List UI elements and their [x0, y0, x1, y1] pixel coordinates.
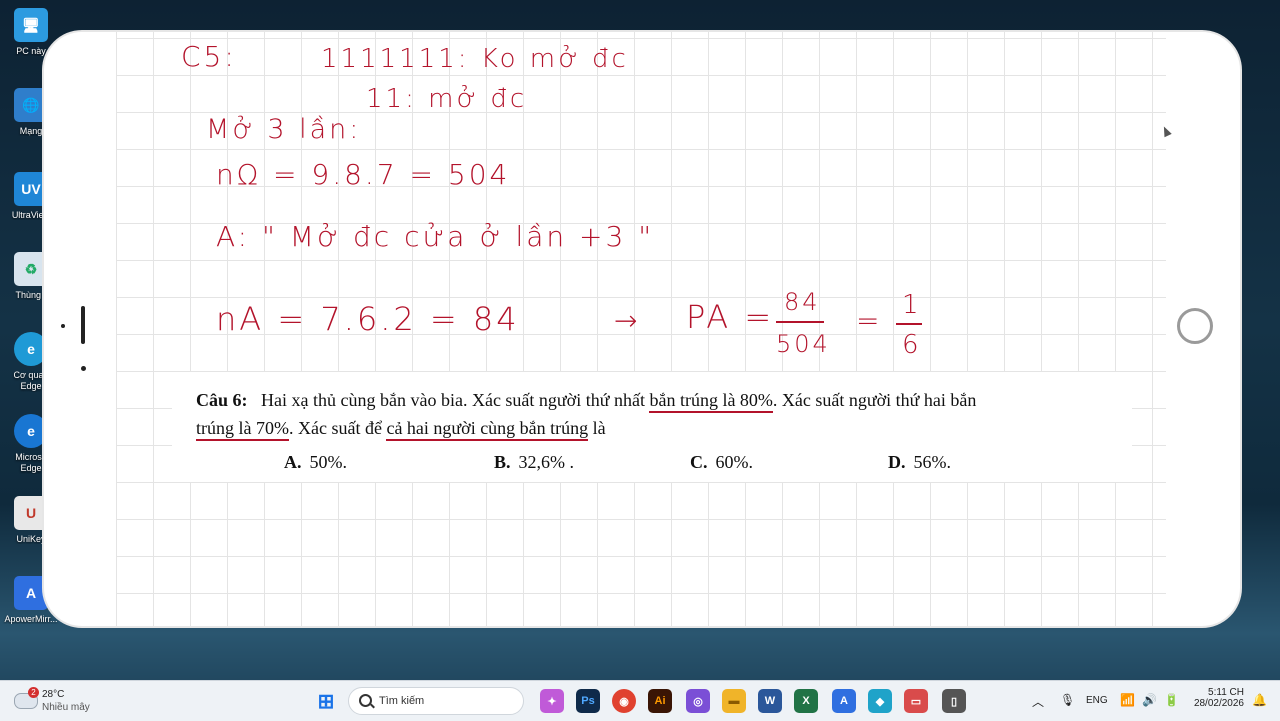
home-button[interactable] — [1177, 308, 1213, 344]
highlight-underline: cả hai người cùng bắn trúng — [386, 418, 589, 441]
option-key: C. — [690, 452, 708, 472]
clock[interactable]: 5:11 CH 28/02/2026 — [1192, 687, 1244, 709]
copilot-icon[interactable]: ✦ — [540, 689, 564, 713]
note-line-3: Mở 3 lần: — [206, 114, 362, 145]
option-d: D. 56%. — [888, 448, 951, 477]
unikey-icon: U — [14, 496, 48, 530]
question-text: là — [588, 418, 606, 438]
desktop-icon-label: ApowerMirr... — [4, 614, 58, 624]
side-dot — [81, 366, 86, 371]
excel-icon[interactable]: X — [794, 689, 818, 713]
question-text: Hai xạ thủ cùng bắn vào bia. Xác suất ng… — [261, 390, 650, 410]
question-text: . Xác suất người thứ hai bắn — [772, 390, 977, 410]
fraction-1-bar — [776, 321, 824, 323]
highlight-underline: trúng là 70% — [196, 418, 289, 441]
option-key: A. — [284, 452, 302, 472]
file-explorer-icon[interactable]: ▬ — [722, 689, 746, 713]
note-line-1-left: C5: — [181, 40, 237, 73]
probability-label: PA = — [686, 298, 775, 336]
network-icon: 🌐 — [14, 88, 48, 122]
question-label: Câu 6: — [196, 390, 248, 410]
note-line-1-right: 1111111: Ko mở đc — [321, 44, 629, 74]
fraction-1-numerator: 84 — [784, 288, 821, 316]
apowermirror-taskbar-icon[interactable]: A — [832, 689, 856, 713]
equals-sign: = — [856, 304, 883, 337]
edge-work-icon: e — [14, 332, 48, 366]
weather-temp: 28°C — [42, 689, 65, 700]
weather-desc: Nhiều mây — [42, 702, 90, 713]
fraction-2-bar — [896, 323, 922, 325]
start-button[interactable]: ⊞ — [314, 689, 338, 713]
option-value: 32,6% . — [518, 452, 575, 472]
option-c: C. 60%. — [690, 448, 753, 477]
microphone-icon[interactable]: 🎙 — [1060, 693, 1075, 707]
clock-date: 28/02/2026 — [1193, 698, 1244, 709]
note-line-6: nA = 7.6.2 = 84 — [216, 300, 520, 338]
clock-time: 5:11 CH — [1208, 687, 1244, 698]
notification-icon[interactable]: 🔔 — [1252, 693, 1267, 707]
note-line-2: 11: mở đc — [366, 84, 528, 114]
mirrored-device-window[interactable]: C5: 1111111: Ko mở đc 11: mở đc Mở 3 lần… — [44, 32, 1240, 626]
question-line-2: trúng là 70%. Xác suất để cả hai người c… — [196, 414, 606, 443]
app-icon[interactable]: ◆ — [868, 689, 892, 713]
language-indicator[interactable]: ENG — [1086, 695, 1108, 706]
arrow: → — [614, 304, 641, 337]
chrome-icon[interactable]: ◉ — [612, 689, 636, 713]
taskbar: 2 28°C Nhiều mây ⊞ Tìm kiếm ✦ Ps ◉ Ai ◎ … — [0, 680, 1280, 721]
fraction-1-denominator: 504 — [776, 330, 831, 358]
highlight-underline: bắn trúng là 80% — [649, 390, 773, 413]
option-key: D. — [888, 452, 906, 472]
apowermirror-icon: A — [14, 576, 48, 610]
option-a: A. 50%. — [284, 448, 347, 477]
edge-icon: e — [14, 414, 48, 448]
option-b: B. 32,6% . — [494, 448, 574, 477]
illustrator-icon[interactable]: Ai — [648, 689, 672, 713]
grid-notebook-page[interactable]: C5: 1111111: Ko mở đc 11: mở đc Mở 3 lần… — [116, 32, 1166, 626]
phone-icon[interactable]: ▯ — [942, 689, 966, 713]
show-hidden-icons-chevron-icon[interactable]: ︿ — [1032, 693, 1044, 710]
battery-icon[interactable]: 🔋 — [1164, 693, 1179, 707]
volume-icon[interactable]: 🔊 — [1142, 693, 1157, 707]
recycle-bin-icon: ♻ — [14, 252, 48, 286]
search-box[interactable]: Tìm kiếm — [348, 687, 524, 715]
question-block: Câu 6: Hai xạ thủ cùng bắn vào bia. Xác … — [172, 372, 1132, 482]
side-handle[interactable] — [81, 306, 85, 344]
note-line-4: nΩ = 9.8.7 = 504 — [216, 158, 511, 191]
question-text: . Xác suất để — [288, 418, 387, 438]
option-value: 60%. — [715, 452, 754, 472]
fraction-2-numerator: 1 — [902, 290, 922, 320]
side-dot — [61, 324, 65, 328]
search-placeholder: Tìm kiếm — [379, 695, 425, 707]
viber-icon[interactable]: ◎ — [686, 689, 710, 713]
wifi-icon[interactable]: 📶 — [1120, 693, 1135, 707]
option-key: B. — [494, 452, 511, 472]
screen-recorder-icon[interactable]: ▭ — [904, 689, 928, 713]
ultraviewer-icon: UV — [14, 172, 48, 206]
photoshop-icon[interactable]: Ps — [576, 689, 600, 713]
option-value: 56%. — [913, 452, 952, 472]
question-line-1: Câu 6: Hai xạ thủ cùng bắn vào bia. Xác … — [196, 386, 976, 415]
option-value: 50%. — [309, 452, 348, 472]
note-line-5: A: " Mở đc cửa ở lần +3 " — [216, 220, 655, 253]
word-icon[interactable]: W — [758, 689, 782, 713]
search-icon — [359, 694, 372, 707]
pc-icon: 🖥 — [14, 8, 48, 42]
fraction-2-denominator: 6 — [902, 330, 922, 360]
weather-badge: 2 — [28, 687, 39, 698]
